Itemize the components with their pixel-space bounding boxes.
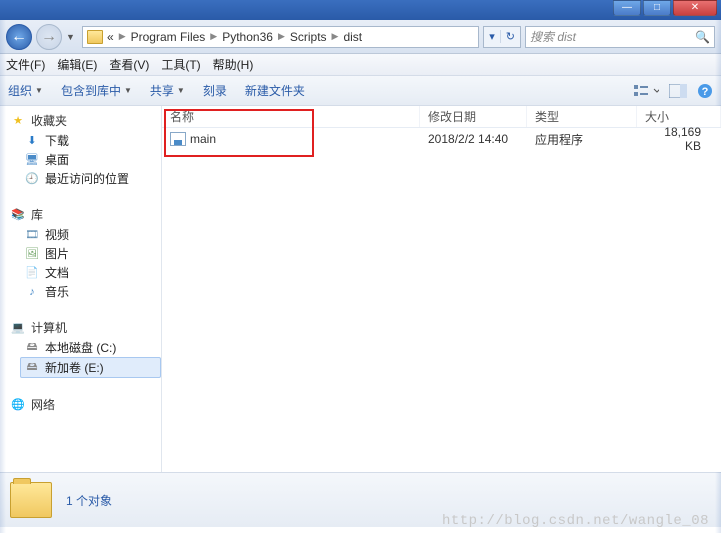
maximize-icon: □ xyxy=(654,3,660,13)
star-icon: ★ xyxy=(10,114,26,128)
search-icon: 🔍 xyxy=(695,30,710,44)
menu-edit[interactable]: 编辑(E) xyxy=(57,56,97,73)
sidebar-disk-e[interactable]: 🖴新加卷 (E:) xyxy=(20,357,161,378)
application-icon xyxy=(170,132,186,146)
help-icon: ? xyxy=(697,83,713,99)
chevron-right-icon: ▶ xyxy=(210,31,217,42)
breadcrumb-item[interactable]: Program Files xyxy=(131,30,206,44)
sidebar-documents[interactable]: 📄文档 xyxy=(10,263,161,282)
chevron-down-icon: ▼ xyxy=(35,86,43,95)
column-date[interactable]: 修改日期 xyxy=(420,106,527,127)
file-size: 18,169 KB xyxy=(637,125,721,153)
menu-help[interactable]: 帮助(H) xyxy=(213,56,254,73)
computer-icon: 💻 xyxy=(10,321,26,335)
sidebar-libraries[interactable]: 📚库 xyxy=(10,206,161,223)
sidebar-favorites[interactable]: ★收藏夹 xyxy=(10,112,161,129)
sidebar-music[interactable]: ♪音乐 xyxy=(10,282,161,301)
column-name[interactable]: 名称 xyxy=(162,106,420,127)
include-in-library-button[interactable]: 包含到库中▼ xyxy=(61,82,132,99)
navigation-pane: ★收藏夹 ⬇下载 🖥桌面 🕘最近访问的位置 📚库 🎞视频 🖼图片 📄文档 ♪音乐… xyxy=(0,106,162,472)
chevron-right-icon: ▶ xyxy=(278,31,285,42)
forward-button[interactable]: → xyxy=(36,24,62,50)
disk-icon: 🖴 xyxy=(24,341,40,355)
column-type[interactable]: 类型 xyxy=(527,106,637,127)
chevron-right-icon: ▶ xyxy=(332,31,339,42)
chevron-right-icon: ▶ xyxy=(119,31,126,42)
view-options-button[interactable] xyxy=(633,83,659,99)
view-icon xyxy=(633,83,659,99)
disk-icon: 🖴 xyxy=(24,361,40,375)
breadcrumb-item[interactable]: Scripts xyxy=(290,30,327,44)
desktop-icon: 🖥 xyxy=(24,153,40,167)
command-bar: 组织▼ 包含到库中▼ 共享▼ 刻录 新建文件夹 ? xyxy=(0,76,721,106)
close-icon: ✕ xyxy=(691,3,699,13)
search-input[interactable]: 搜索 dist 🔍 xyxy=(525,26,715,48)
download-icon: ⬇ xyxy=(24,134,40,148)
close-button[interactable]: ✕ xyxy=(673,0,717,16)
video-icon: 🎞 xyxy=(24,228,40,242)
maximize-button[interactable]: □ xyxy=(643,0,671,16)
library-icon: 📚 xyxy=(10,208,26,222)
nav-history-dropdown[interactable]: ▼ xyxy=(66,32,78,42)
folder-icon xyxy=(10,482,52,518)
minimize-icon: — xyxy=(622,3,632,13)
chevron-down-icon: ▼ xyxy=(124,86,132,95)
network-icon: 🌐 xyxy=(10,398,26,412)
refresh-button[interactable]: ↻ xyxy=(500,30,520,43)
recent-icon: 🕘 xyxy=(24,172,40,186)
document-icon: 📄 xyxy=(24,266,40,280)
status-count: 1 个对象 xyxy=(66,492,112,509)
sidebar-pictures[interactable]: 🖼图片 xyxy=(10,244,161,263)
refresh-icon: ↻ xyxy=(506,31,515,43)
picture-icon: 🖼 xyxy=(24,247,40,261)
organize-button[interactable]: 组织▼ xyxy=(8,82,43,99)
menu-bar: 文件(F) 编辑(E) 查看(V) 工具(T) 帮助(H) xyxy=(0,54,721,76)
address-dropdown-button[interactable]: ▾ xyxy=(484,30,500,43)
breadcrumb-item[interactable]: dist xyxy=(343,30,362,44)
new-folder-button[interactable]: 新建文件夹 xyxy=(245,82,305,99)
chevron-down-icon: ▼ xyxy=(177,86,185,95)
breadcrumb-item[interactable]: Python36 xyxy=(222,30,273,44)
sidebar-disk-c[interactable]: 🖴本地磁盘 (C:) xyxy=(10,338,161,357)
music-icon: ♪ xyxy=(24,285,40,299)
preview-pane-icon xyxy=(669,84,687,98)
sidebar-desktop[interactable]: 🖥桌面 xyxy=(10,150,161,169)
file-type: 应用程序 xyxy=(527,131,637,148)
sidebar-network[interactable]: 🌐网络 xyxy=(10,396,161,413)
search-placeholder: 搜索 dist xyxy=(530,28,576,45)
burn-button[interactable]: 刻录 xyxy=(203,82,227,99)
file-date: 2018/2/2 14:40 xyxy=(420,132,527,146)
address-bar: ← → ▼ « ▶ Program Files ▶ Python36 ▶ Scr… xyxy=(0,20,721,54)
menu-file[interactable]: 文件(F) xyxy=(6,56,45,73)
address-field[interactable]: « ▶ Program Files ▶ Python36 ▶ Scripts ▶… xyxy=(82,26,479,48)
file-row[interactable]: main 2018/2/2 14:40 应用程序 18,169 KB xyxy=(162,128,721,150)
column-size[interactable]: 大小 xyxy=(637,106,721,127)
sidebar-downloads[interactable]: ⬇下载 xyxy=(10,131,161,150)
sidebar-computer[interactable]: 💻计算机 xyxy=(10,319,161,336)
menu-tools[interactable]: 工具(T) xyxy=(161,56,200,73)
back-button[interactable]: ← xyxy=(6,24,32,50)
sidebar-videos[interactable]: 🎞视频 xyxy=(10,225,161,244)
minimize-button[interactable]: — xyxy=(613,0,641,16)
sidebar-recent[interactable]: 🕘最近访问的位置 xyxy=(10,169,161,188)
window-titlebar: — □ ✕ xyxy=(0,0,721,20)
arrow-left-icon: ← xyxy=(11,28,27,46)
watermark: http://blog.csdn.net/wangle_08 xyxy=(442,513,709,529)
help-button[interactable]: ? xyxy=(697,83,713,99)
arrow-right-icon: → xyxy=(41,28,57,46)
file-name: main xyxy=(190,132,216,146)
share-button[interactable]: 共享▼ xyxy=(150,82,185,99)
folder-icon xyxy=(87,30,103,44)
preview-pane-button[interactable] xyxy=(669,84,687,98)
file-list: 名称 修改日期 类型 大小 main 2018/2/2 14:40 应用程序 1… xyxy=(162,106,721,472)
menu-view[interactable]: 查看(V) xyxy=(109,56,149,73)
breadcrumb-ellipsis[interactable]: « xyxy=(107,30,114,44)
svg-text:?: ? xyxy=(702,86,709,98)
